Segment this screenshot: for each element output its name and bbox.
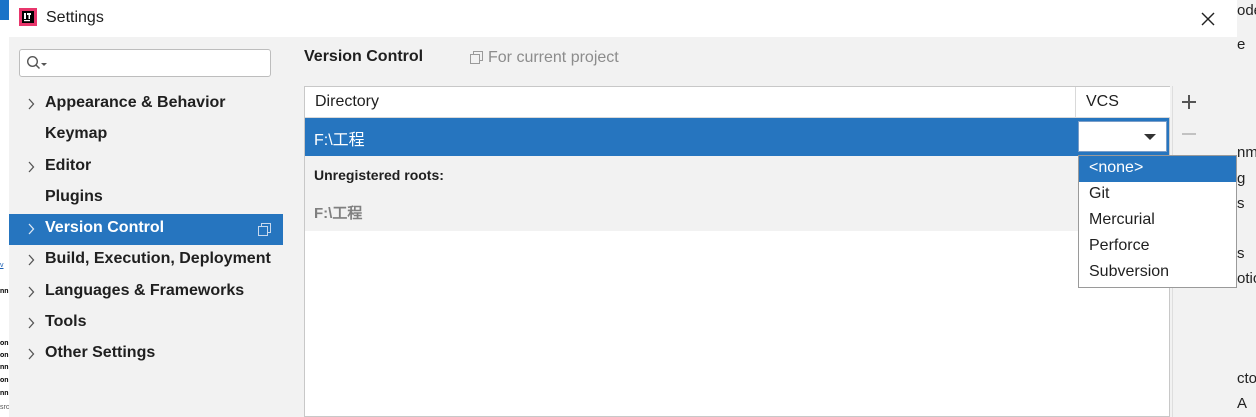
vcs-dropdown-list: <none> Git Mercurial Perforce Subversion <box>1078 155 1237 288</box>
background-text: on <box>0 352 9 359</box>
sidebar-item-label: Version Control <box>45 219 165 236</box>
sidebar-item-label: Keymap <box>45 125 108 142</box>
sidebar-item-keymap[interactable]: Keymap <box>9 120 283 151</box>
project-scope-icon <box>470 51 483 64</box>
dropdown-arrow-icon <box>1144 134 1156 140</box>
background-text: on <box>0 377 9 384</box>
vcs-mappings-table: Directory VCS F:\工程 Unregistered roots: … <box>304 86 1170 417</box>
sidebar-item-version-control[interactable]: Version Control <box>9 214 283 245</box>
column-header-label: VCS <box>1086 93 1119 110</box>
background-text: g <box>1237 170 1246 187</box>
sidebar-item-label: Build, Execution, Deployment <box>45 250 271 267</box>
sidebar-item-other-settings[interactable]: Other Settings <box>9 339 283 370</box>
background-text: s <box>1237 195 1245 212</box>
title-bar: Settings <box>9 0 1237 37</box>
close-icon[interactable] <box>1195 6 1221 32</box>
sidebar-item-plugins[interactable]: Plugins <box>9 183 283 214</box>
background-text: otio <box>1237 270 1256 287</box>
background-text: nn <box>0 364 9 371</box>
background-text: nn <box>0 288 9 295</box>
background-blue-block <box>0 0 9 20</box>
vcs-option-subversion[interactable]: Subversion <box>1079 260 1236 286</box>
option-label: Subversion <box>1089 263 1170 280</box>
background-text: v <box>0 262 4 269</box>
vcs-option-mercurial[interactable]: Mercurial <box>1079 208 1236 234</box>
project-scope-icon <box>258 223 271 236</box>
background-text: nm <box>1237 144 1256 161</box>
sidebar-item-languages-frameworks[interactable]: Languages & Frameworks <box>9 277 283 308</box>
scope-label: For current project <box>488 49 619 66</box>
column-header-directory[interactable]: Directory <box>305 87 1076 118</box>
option-label: <none> <box>1089 159 1144 176</box>
directory-cell: F:\工程 <box>314 132 365 149</box>
sidebar-item-build-execution-deployment[interactable]: Build, Execution, Deployment <box>9 245 283 276</box>
settings-dialog: Settings Appearance & Behavior Keymap Ed… <box>9 0 1237 417</box>
settings-search-input[interactable] <box>19 49 271 77</box>
background-window-left: v nn on on nn on nn src <box>0 0 9 417</box>
chevron-right-icon <box>28 286 35 298</box>
background-text: cto <box>1237 370 1256 387</box>
sidebar-item-label: Languages & Frameworks <box>45 282 245 299</box>
option-label: Perforce <box>1089 237 1150 254</box>
background-text: nn <box>0 390 9 397</box>
chevron-right-icon <box>28 317 35 329</box>
vcs-combobox[interactable] <box>1078 121 1167 152</box>
sidebar-item-appearance-behavior[interactable]: Appearance & Behavior <box>9 89 283 120</box>
add-icon[interactable] <box>1179 92 1199 112</box>
option-label: Mercurial <box>1089 211 1155 228</box>
page-title: Version Control <box>304 48 424 65</box>
vcs-option-git[interactable]: Git <box>1079 182 1236 208</box>
table-row[interactable]: F:\工程 <box>305 118 1169 156</box>
background-text: ode <box>1237 2 1256 19</box>
intellij-app-icon <box>19 8 37 26</box>
settings-sidebar: Appearance & Behavior Keymap Editor Plug… <box>9 37 283 417</box>
chevron-right-icon <box>28 223 35 235</box>
sidebar-item-editor[interactable]: Editor <box>9 152 283 183</box>
option-label: Git <box>1089 185 1110 202</box>
chevron-right-icon <box>28 161 35 173</box>
sidebar-item-label: Other Settings <box>45 344 156 361</box>
vcs-option-none[interactable]: <none> <box>1079 156 1236 182</box>
sidebar-item-label: Tools <box>45 313 87 330</box>
column-header-label: Directory <box>315 93 380 110</box>
background-text: e <box>1237 36 1246 53</box>
chevron-right-icon <box>28 254 35 266</box>
sidebar-item-label: Plugins <box>45 188 103 205</box>
search-icon <box>26 55 47 70</box>
sidebar-item-label: Appearance & Behavior <box>45 94 226 111</box>
unregistered-roots-label: Unregistered roots: <box>314 167 444 183</box>
background-window-right: ode e nm g s s otio cto A <box>1237 0 1256 417</box>
window-title: Settings <box>46 9 104 26</box>
chevron-right-icon <box>28 348 35 360</box>
background-text: A <box>1237 395 1248 412</box>
unregistered-root-item[interactable]: F:\工程 <box>314 202 362 223</box>
background-text: s <box>1237 245 1245 262</box>
column-header-vcs[interactable]: VCS <box>1076 87 1170 118</box>
unregistered-roots-section: Unregistered roots: F:\工程 <box>305 156 1169 231</box>
remove-icon[interactable] <box>1179 124 1199 144</box>
background-text: on <box>0 340 9 347</box>
background-text: src <box>0 404 9 411</box>
vcs-option-perforce[interactable]: Perforce <box>1079 234 1236 260</box>
chevron-right-icon <box>28 98 35 110</box>
sidebar-item-label: Editor <box>45 157 92 174</box>
sidebar-item-tools[interactable]: Tools <box>9 308 283 339</box>
